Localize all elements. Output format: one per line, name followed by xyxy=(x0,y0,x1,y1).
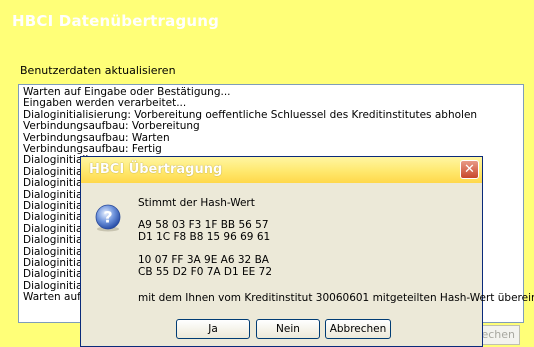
log-line: Warten auf Eingabe oder Bestätigung... xyxy=(23,86,231,98)
main-window-title: HBCI Datenübertragung xyxy=(12,12,220,30)
hash-confirm-dialog: HBCI Übertragung ✕ ? Stimmt der Hash-Wer… xyxy=(80,156,534,347)
hash-line-4: CB 55 D2 F0 7A D1 EE 72 xyxy=(138,266,273,278)
no-button[interactable]: Nein xyxy=(256,319,320,339)
dialog-titlebar[interactable]: HBCI Übertragung ✕ xyxy=(81,157,482,183)
cancel-button[interactable]: Abbrechen xyxy=(325,319,391,339)
section-label: Benutzerdaten aktualisieren xyxy=(20,64,176,77)
hash-line-2: D1 1C F8 B8 15 96 69 61 xyxy=(138,231,271,243)
hash-line-3: 10 07 FF 3A 9E A6 32 BA xyxy=(138,254,269,266)
log-line: Verbindungsaufbau: Warten xyxy=(23,131,170,144)
hash-line-1: A9 58 03 F3 1F BB 56 57 xyxy=(138,219,269,231)
dialog-question: Stimmt der Hash-Wert xyxy=(138,197,255,209)
log-line: Eingaben werden verarbeitet... xyxy=(23,97,187,110)
question-icon: ? xyxy=(95,204,121,232)
log-line: Dialoginitialisierung: Vorbereitung oeff… xyxy=(23,108,478,121)
dialog-confirm-text: mit dem Ihnen vom Kreditinstitut 3006060… xyxy=(138,292,534,304)
yes-button[interactable]: Ja xyxy=(176,319,250,339)
svg-text:?: ? xyxy=(103,208,112,227)
log-line: Verbindungsaufbau: Fertig xyxy=(23,143,162,155)
main-window-titlebar: HBCI Datenübertragung xyxy=(0,0,534,42)
close-button[interactable]: ✕ xyxy=(460,160,479,179)
log-line: Verbindungsaufbau: Vorbereitung xyxy=(23,120,200,133)
dialog-title: HBCI Übertragung xyxy=(89,162,223,177)
